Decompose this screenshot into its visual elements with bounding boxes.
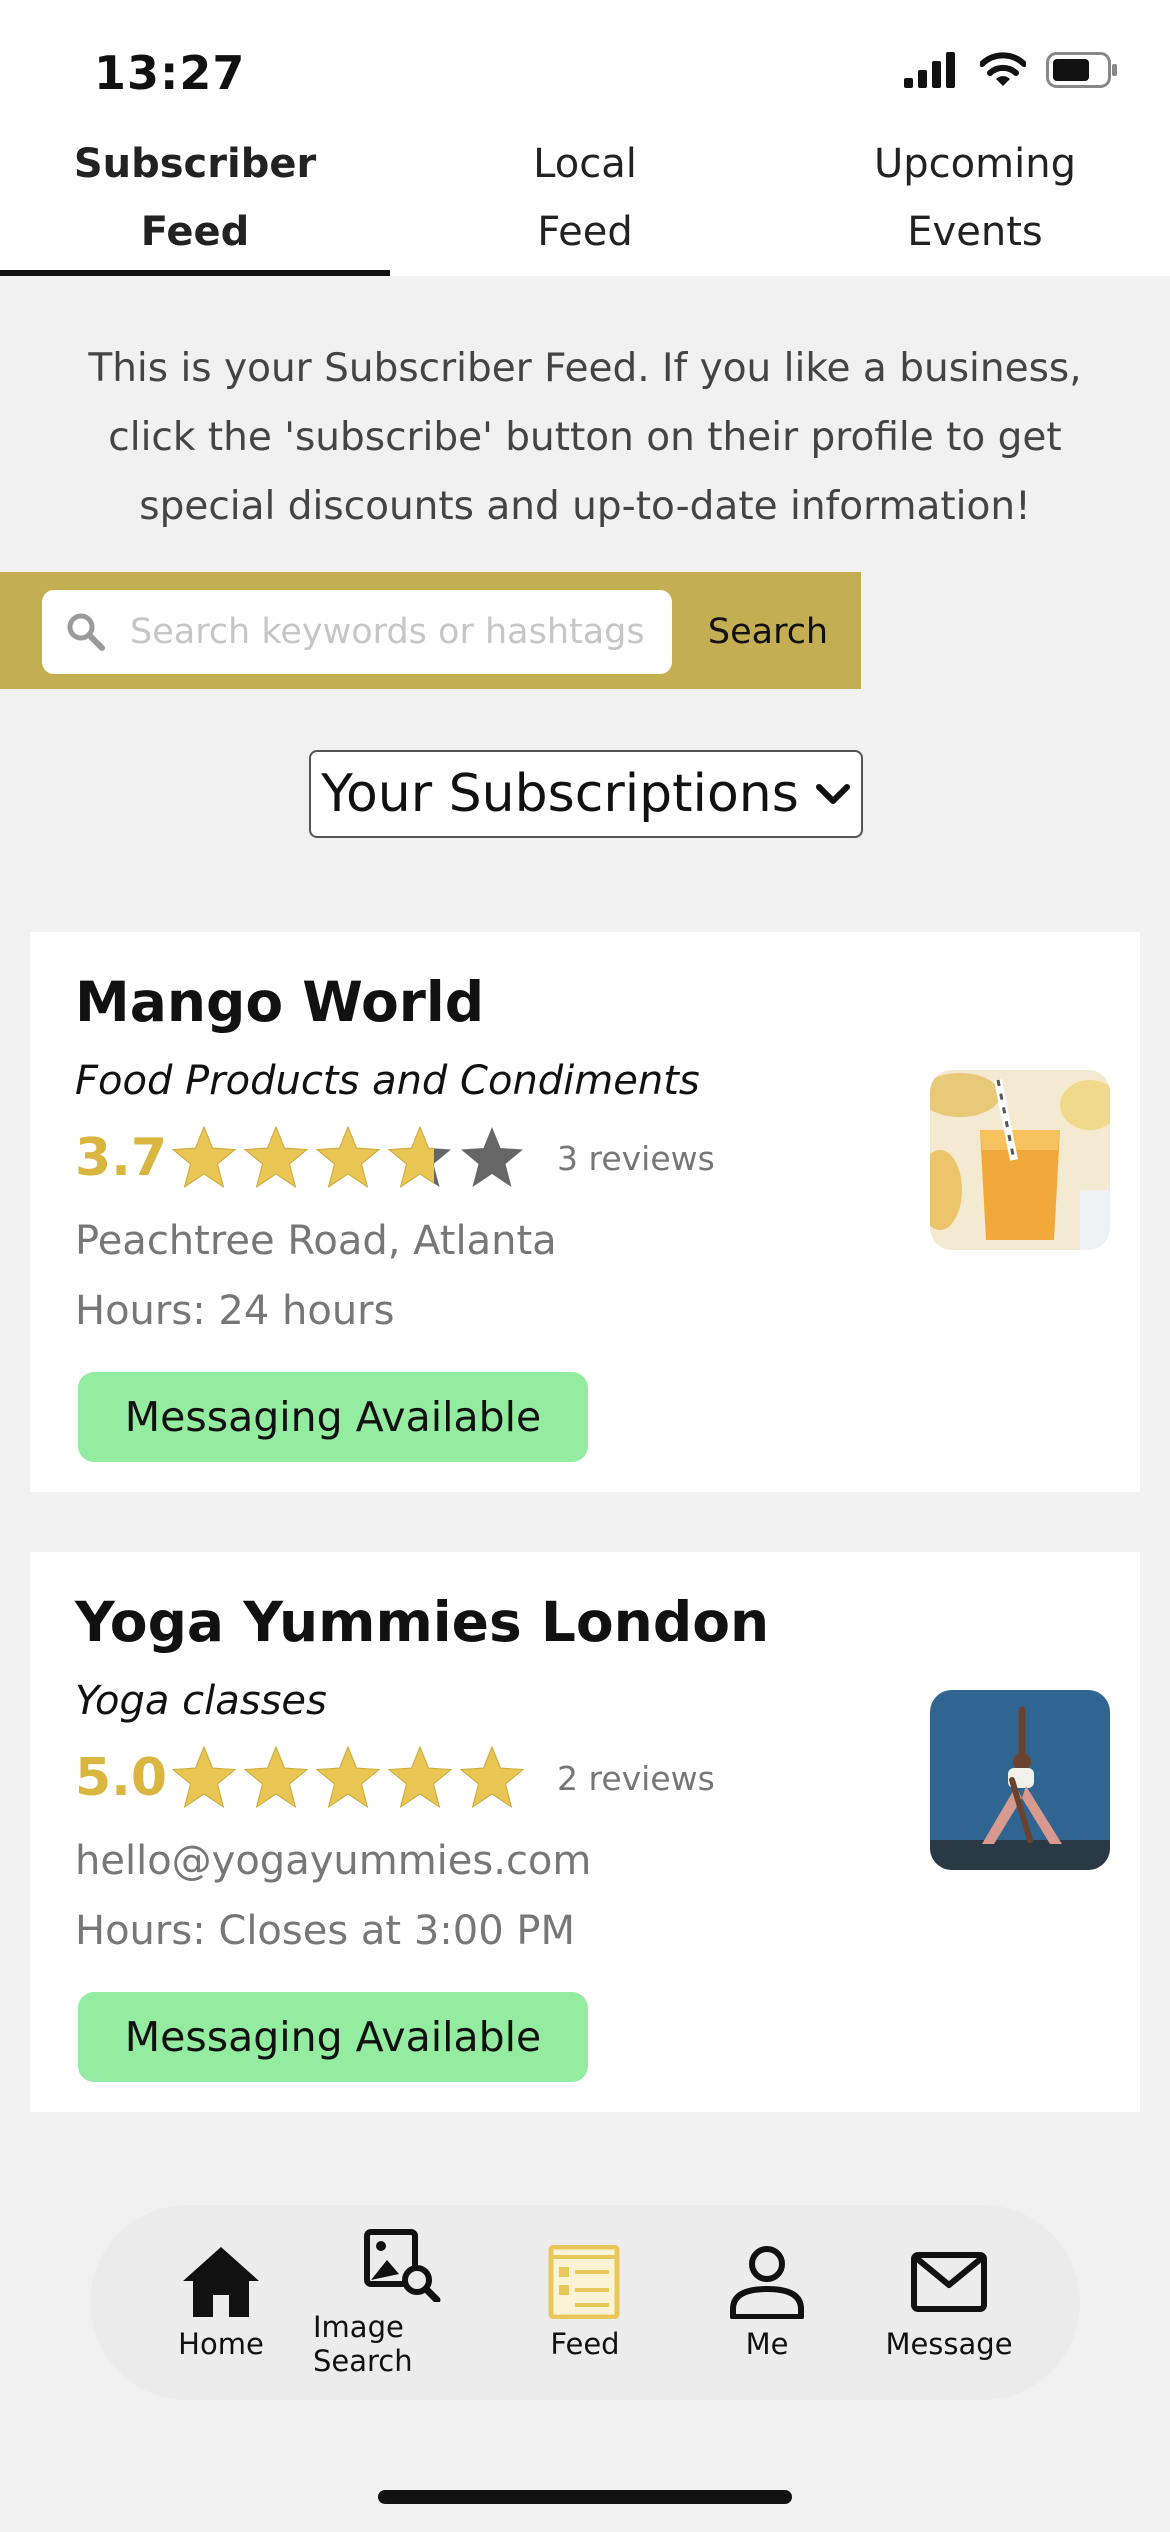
envelope-icon [911,2251,987,2312]
hours-label: Hours: [75,1908,206,1954]
tab-subscriber-feed[interactable]: Subscriber Feed [0,126,390,276]
star-icon [243,1745,309,1809]
business-category: Yoga classes [75,1678,327,1724]
hours-value: 24 hours [218,1288,395,1334]
nav-message[interactable]: Message [859,2245,1039,2361]
rating-value: 3.7 [75,1128,168,1188]
bottom-navigation: Home Image Search Feed Me Message [90,2205,1080,2400]
business-name[interactable]: Mango World [75,970,484,1034]
business-category: Food Products and Condiments [75,1058,700,1104]
business-hours: Hours: Closes at 3:00 PM [75,1908,575,1954]
star-icon [387,1125,451,1189]
star-icon [171,1125,237,1189]
tab-label-line1: Local [533,141,637,187]
header: 13:27 Subscriber Feed Local Feed Upcomin… [0,0,1170,276]
intro-text: This is your Subscriber Feed. If you lik… [88,346,1082,529]
search-icon [67,613,105,651]
nav-me[interactable]: Me [677,2245,857,2361]
home-indicator [378,2490,792,2504]
search-button[interactable]: Search [690,590,846,674]
star-rating [169,1123,527,1193]
signal-icon [904,52,955,88]
status-time: 13:27 [94,46,246,100]
dropdown-label: Your Subscriptions [321,764,799,824]
tab-label-line2: Feed [140,209,250,255]
review-count[interactable]: 3 reviews [557,1139,715,1178]
nav-image-search[interactable]: Image Search [313,2228,493,2378]
image-search-icon [364,2228,441,2302]
review-count[interactable]: 2 reviews [557,1759,715,1798]
nav-home[interactable]: Home [131,2245,311,2361]
yoga-image [930,1690,1110,1870]
tab-upcoming-events[interactable]: Upcoming Events [780,126,1170,276]
tab-local-feed[interactable]: Local Feed [390,126,780,276]
subscriptions-dropdown[interactable]: Your Subscriptions [309,750,863,838]
star-icon [171,1745,237,1809]
rating-value: 5.0 [75,1748,168,1808]
business-address: Peachtree Road, Atlanta [75,1218,557,1264]
search-bar: Search [0,572,861,689]
rating-row: 3.7 3 reviews [75,1118,715,1198]
messaging-available-badge[interactable]: Messaging Available [78,1372,588,1462]
star-icon [461,1127,523,1187]
business-hours: Hours: 24 hours [75,1288,394,1334]
nav-label: Home [178,2326,264,2361]
nav-label: Me [745,2326,789,2361]
tab-label-line2: Feed [537,209,633,255]
star-icon [459,1745,525,1809]
star-icon [387,1745,453,1809]
battery-icon [1046,52,1117,88]
feed-icon [548,2244,620,2319]
star-icon [243,1125,309,1189]
star-rating [169,1743,527,1813]
hours-label: Hours: [75,1288,206,1334]
person-icon [730,2245,804,2319]
business-thumbnail[interactable] [930,1690,1110,1870]
star-icon [315,1125,381,1189]
hours-value: Closes at 3:00 PM [218,1908,575,1954]
wifi-icon [980,52,1026,86]
search-field[interactable] [42,590,672,674]
business-card[interactable]: Mango World Food Products and Condiments… [30,932,1140,1492]
tab-label-line1: Upcoming [874,141,1076,187]
tab-label-line2: Events [907,209,1043,255]
search-input[interactable] [130,612,650,652]
smoothie-image [930,1070,1110,1250]
star-icon [315,1745,381,1809]
messaging-available-badge[interactable]: Messaging Available [78,1992,588,2082]
tab-label-line1: Subscriber [73,141,317,187]
feed-tabs: Subscriber Feed Local Feed Upcoming Even… [0,126,1170,276]
nav-label: Message [885,2326,1013,2361]
business-card[interactable]: Yoga Yummies London Yoga classes 5.0 2 r… [30,1552,1140,2112]
status-icons [904,52,1118,88]
business-thumbnail[interactable] [930,1070,1110,1250]
home-icon [183,2246,259,2317]
nav-label: Image Search [313,2309,413,2378]
nav-label: Feed [550,2326,620,2361]
nav-feed[interactable]: Feed [495,2244,675,2361]
business-name[interactable]: Yoga Yummies London [75,1590,769,1654]
chevron-down-icon [815,784,850,804]
rating-row: 5.0 2 reviews [75,1738,715,1818]
business-email[interactable]: hello@yogayummies.com [75,1838,591,1884]
